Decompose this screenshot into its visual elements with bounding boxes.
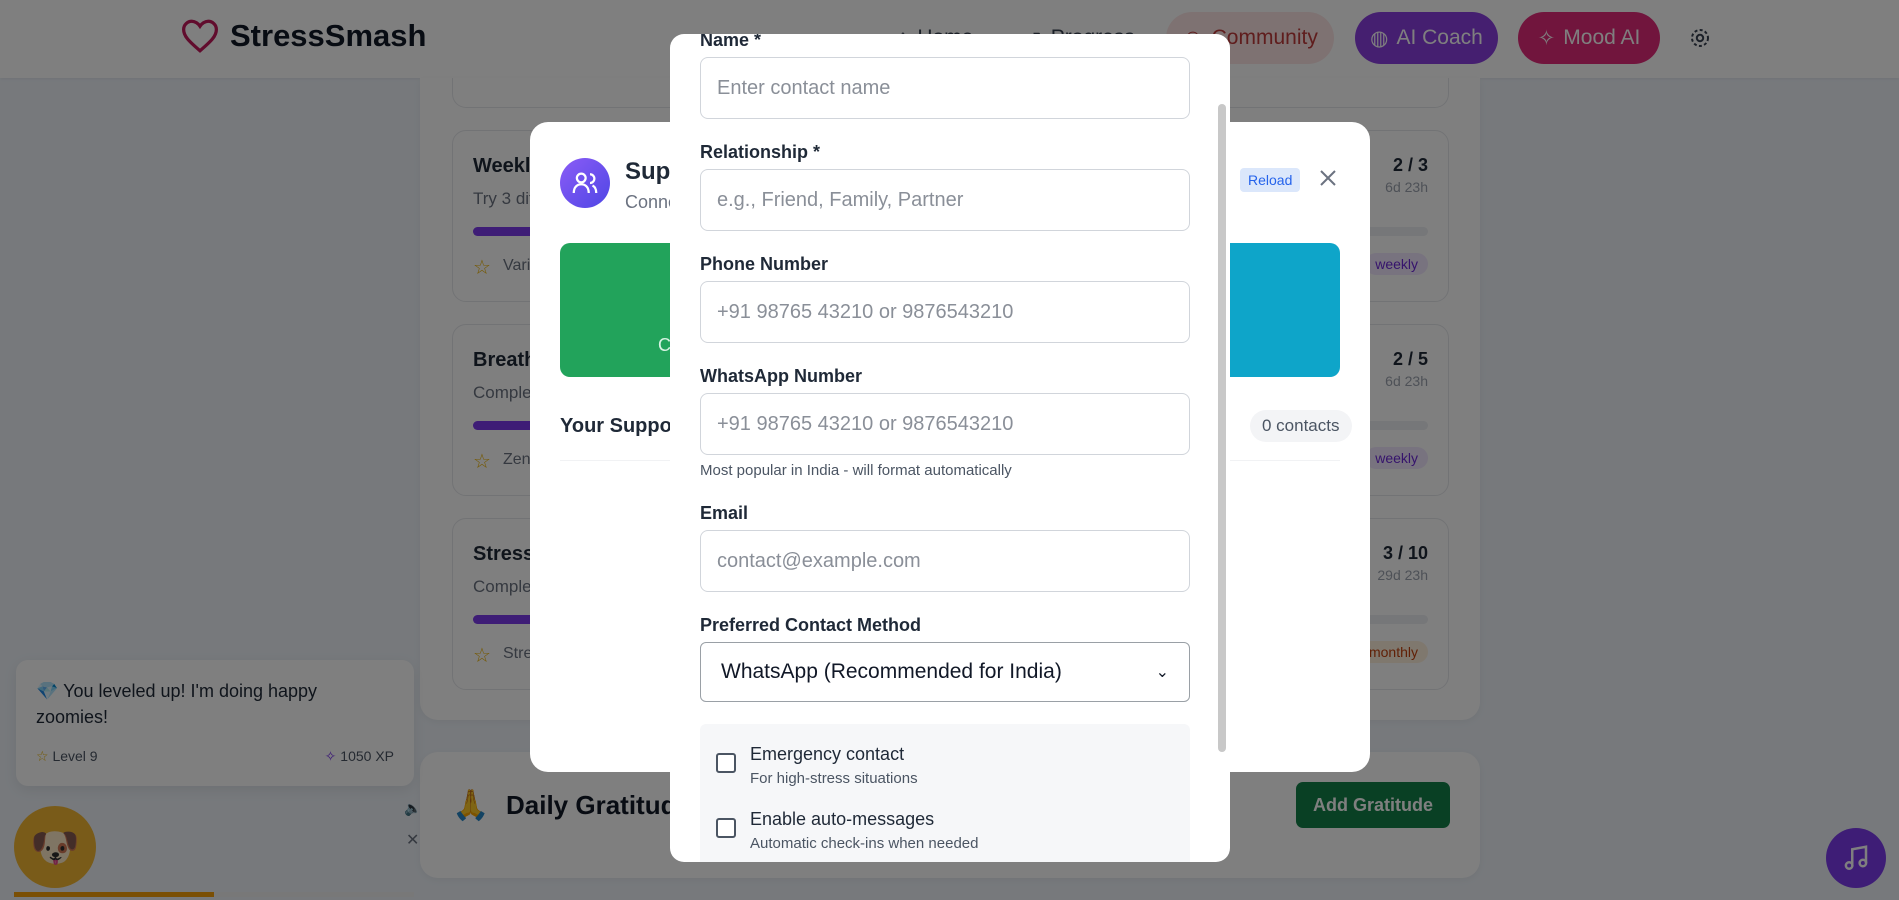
add-contact-modal: Name * Relationship * Phone Number Whats…: [670, 34, 1230, 862]
reload-button[interactable]: Reload: [1240, 168, 1301, 192]
chevron-down-icon: ⌄: [1155, 664, 1169, 681]
name-input[interactable]: [700, 57, 1190, 119]
phone-label: Phone Number: [700, 254, 829, 274]
form-scrollbar[interactable]: [1218, 104, 1226, 752]
emergency-contact-checkbox[interactable]: [716, 753, 736, 773]
name-label: Name *: [700, 34, 762, 50]
email-label: Email: [700, 503, 749, 523]
relationship-label: Relationship *: [700, 142, 821, 162]
contacts-count-badge: 0 contacts: [1250, 410, 1352, 442]
emergency-contact-description: For high-stress situations: [750, 770, 918, 787]
emergency-contact-title: Emergency contact: [750, 744, 905, 764]
close-icon[interactable]: [1316, 166, 1340, 190]
users-icon: [560, 158, 610, 208]
phone-input[interactable]: [700, 281, 1190, 343]
contact-method-label: Preferred Contact Method: [700, 615, 922, 635]
whatsapp-hint: Most popular in India - will format auto…: [700, 462, 1012, 479]
auto-messages-description: Automatic check-ins when needed: [750, 835, 979, 852]
contact-method-select[interactable]: WhatsApp (Recommended for India) ⌄: [700, 642, 1190, 702]
contact-options: Emergency contact For high-stress situat…: [700, 724, 1190, 862]
auto-messages-checkbox[interactable]: [716, 818, 736, 838]
contact-method-value: WhatsApp (Recommended for India): [721, 660, 1062, 683]
whatsapp-label: WhatsApp Number: [700, 366, 862, 386]
whatsapp-input[interactable]: [700, 393, 1190, 455]
auto-messages-title: Enable auto-messages: [750, 809, 935, 829]
email-input[interactable]: [700, 530, 1190, 592]
relationship-input[interactable]: [700, 169, 1190, 231]
